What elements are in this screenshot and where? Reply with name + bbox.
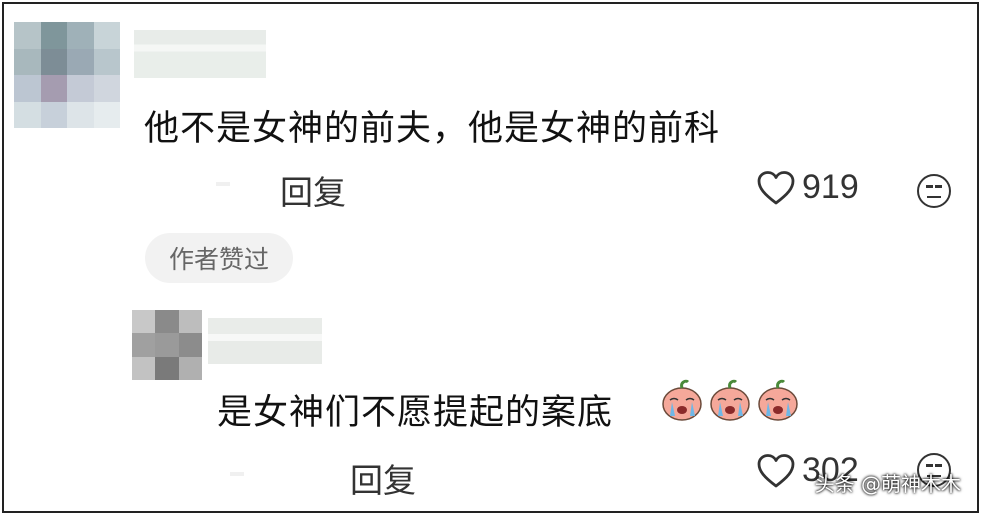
heart-icon xyxy=(757,453,795,487)
comment-thread: 他不是女神的前夫，他是女神的前科 回复 919 作者赞过 是女神们不愿提起的案底 xyxy=(2,2,979,513)
expressionless-face-icon[interactable] xyxy=(917,174,951,208)
heart-icon xyxy=(757,170,795,204)
reply-button[interactable]: 回复 xyxy=(350,454,416,502)
timestamp-blurred xyxy=(230,472,244,476)
author-liked-badge: 作者赞过 xyxy=(145,233,293,283)
crying-peach-emoji-icon xyxy=(662,379,702,421)
username-blurred[interactable] xyxy=(208,318,322,364)
comment-text: 他不是女神的前夫，他是女神的前科 xyxy=(144,109,721,149)
like-button[interactable]: 919 xyxy=(756,168,859,207)
comment-text: 是女神们不愿提起的案底 xyxy=(217,393,614,433)
crying-peach-emoji-icon xyxy=(710,379,750,421)
avatar[interactable] xyxy=(132,310,202,380)
emoji-group xyxy=(660,378,800,422)
like-count: 919 xyxy=(802,168,859,206)
crying-peach-emoji-icon xyxy=(758,379,798,421)
reply-button[interactable]: 回复 xyxy=(280,166,346,214)
timestamp-blurred xyxy=(216,182,230,186)
watermark: 头条 @萌神木木 xyxy=(814,472,961,496)
username-blurred[interactable] xyxy=(134,30,266,78)
avatar[interactable] xyxy=(14,22,120,128)
